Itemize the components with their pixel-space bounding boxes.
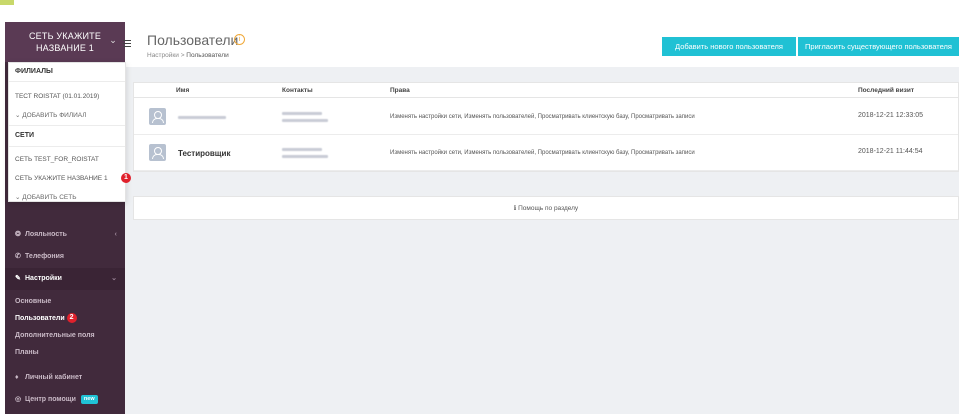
user-last-visit: 2018-12-21 11:44:54 — [858, 148, 923, 155]
redacted-contact — [282, 119, 328, 122]
sidebar-item-label: Настройки — [25, 275, 62, 282]
wrench-icon: ✎ — [15, 275, 21, 282]
table-row[interactable]: Тестировщик Изменять настройки сети, Изм… — [134, 135, 958, 171]
sidebar-subitem-users[interactable]: Пользователи 2 — [5, 310, 125, 327]
top-mark — [0, 0, 14, 5]
network-dropdown: ФИЛИАЛЫ ТЕСТ ROISTAT (01.01.2019) ⌄ ДОБА… — [8, 62, 131, 202]
step-badge: 2 — [66, 313, 77, 324]
breadcrumb-root[interactable]: Настройки — [147, 52, 179, 59]
user-last-visit: 2018-12-21 12:33:05 — [858, 112, 923, 119]
user-rights: Изменять настройки сети, Изменять пользо… — [390, 114, 695, 120]
sidebar-subitem-label: Пользователи — [15, 315, 65, 322]
section-help-link[interactable]: ℹ Помощь по разделу — [133, 196, 959, 220]
redacted-contact — [282, 112, 322, 115]
column-header-last-visit: Последний визит — [858, 87, 915, 94]
table-row[interactable]: Изменять настройки сети, Изменять пользо… — [134, 99, 958, 135]
invite-user-button[interactable]: Пригласить существующего пользователя — [798, 37, 959, 56]
top-strip — [0, 0, 959, 22]
sidebar-item-label: Личный кабинет — [25, 374, 83, 381]
table-header: Имя Контакты Права Последний визит — [134, 83, 958, 98]
chevron-down-icon: ⌄ — [109, 35, 117, 45]
step-badge: 1 — [121, 173, 131, 183]
help-label: Помощь по разделу — [518, 205, 579, 212]
redacted-contact — [282, 155, 328, 158]
sidebar-item-label: Телефония — [25, 253, 64, 260]
sidebar-item-label: Центр помощи — [25, 396, 76, 403]
dropdown-network-item[interactable]: СЕТЬ TEST_FOR_ROISTAT — [9, 150, 125, 169]
add-network-label: ДОБАВИТЬ СЕТЬ — [22, 194, 77, 201]
user-avatar-icon — [149, 144, 166, 161]
redacted-contact — [282, 148, 322, 151]
dropdown-network-label: СЕТЬ УКАЖИТЕ НАЗВАНИЕ 1 — [15, 175, 108, 182]
dropdown-branch-item[interactable]: ТЕСТ ROISTAT (01.01.2019) — [9, 87, 125, 106]
info-icon: ℹ — [513, 205, 517, 212]
page-header: Пользователи i Настройки > Пользователи … — [133, 22, 959, 67]
column-header-rights: Права — [390, 87, 410, 94]
add-network-link[interactable]: ⌄ ДОБАВИТЬ СЕТЬ — [9, 188, 125, 207]
chevron-left-icon: ‹ — [114, 231, 117, 238]
network-selector-line2: НАЗВАНИЕ 1 — [35, 43, 95, 53]
sidebar-item-loyalty[interactable]: ❂ Лояльность ‹ — [5, 224, 125, 246]
hamburger-menu-icon[interactable] — [123, 40, 131, 47]
info-icon[interactable]: i — [234, 34, 245, 45]
sidebar-subitem-extra-fields[interactable]: Дополнительные поля — [5, 327, 125, 344]
sidebar-item-telephony[interactable]: ✆ Телефония — [5, 246, 125, 268]
page-title: Пользователи — [147, 32, 239, 48]
sidebar-item-help-center[interactable]: ◎ Центр помощи new — [5, 389, 125, 411]
sidebar-item-settings[interactable]: ✎ Настройки ⌄ — [5, 268, 125, 290]
dropdown-branches-header: ФИЛИАЛЫ — [15, 68, 53, 75]
sidebar-item-label: Лояльность — [25, 231, 67, 238]
user-avatar-icon — [149, 108, 166, 125]
breadcrumb-current: Пользователи — [186, 52, 229, 59]
breadcrumb-separator: > — [180, 52, 185, 59]
divider — [9, 146, 125, 147]
user-rights: Изменять настройки сети, Изменять пользо… — [390, 150, 695, 156]
sidebar-subitem-basic[interactable]: Основные — [5, 293, 125, 310]
loyalty-icon: ❂ — [15, 231, 21, 238]
network-selector-line1: СЕТЬ УКАЖИТЕ — [28, 31, 102, 41]
network-selector-button[interactable]: СЕТЬ УКАЖИТЕ НАЗВАНИЕ 1 ⌄ — [5, 22, 125, 62]
new-badge: new — [80, 394, 98, 404]
add-branch-link[interactable]: ⌄ ДОБАВИТЬ ФИЛИАЛ — [9, 106, 125, 125]
divider — [9, 81, 125, 82]
redacted-name — [178, 116, 226, 119]
help-circle-icon: ◎ — [15, 396, 22, 403]
sidebar-subitem-plans[interactable]: Планы — [5, 344, 125, 361]
chevron-down-icon: ⌄ — [111, 275, 117, 282]
chevron-down-icon: ⌄ — [15, 194, 21, 201]
user-name: Тестировщик — [178, 149, 231, 158]
person-icon: ♦ — [15, 374, 19, 381]
column-header-name: Имя — [176, 87, 190, 94]
sidebar-item-account[interactable]: ♦ Личный кабинет — [5, 367, 125, 389]
phone-icon: ✆ — [15, 253, 21, 260]
dropdown-network-item-current[interactable]: СЕТЬ УКАЖИТЕ НАЗВАНИЕ 1 1 — [9, 169, 131, 188]
dropdown-networks-header: СЕТИ — [15, 132, 35, 139]
column-header-contacts: Контакты — [282, 87, 313, 94]
add-branch-label: ДОБАВИТЬ ФИЛИАЛ — [22, 112, 87, 119]
sidebar-menu: ❂ Лояльность ‹ ✆ Телефония ✎ Настройки ⌄ Ос… — [5, 202, 125, 411]
users-table: Имя Контакты Права Последний визит Измен… — [133, 82, 959, 172]
breadcrumb: Настройки > Пользователи — [147, 52, 229, 59]
chevron-down-icon: ⌄ — [15, 112, 21, 119]
add-user-button[interactable]: Добавить нового пользователя — [662, 37, 796, 56]
